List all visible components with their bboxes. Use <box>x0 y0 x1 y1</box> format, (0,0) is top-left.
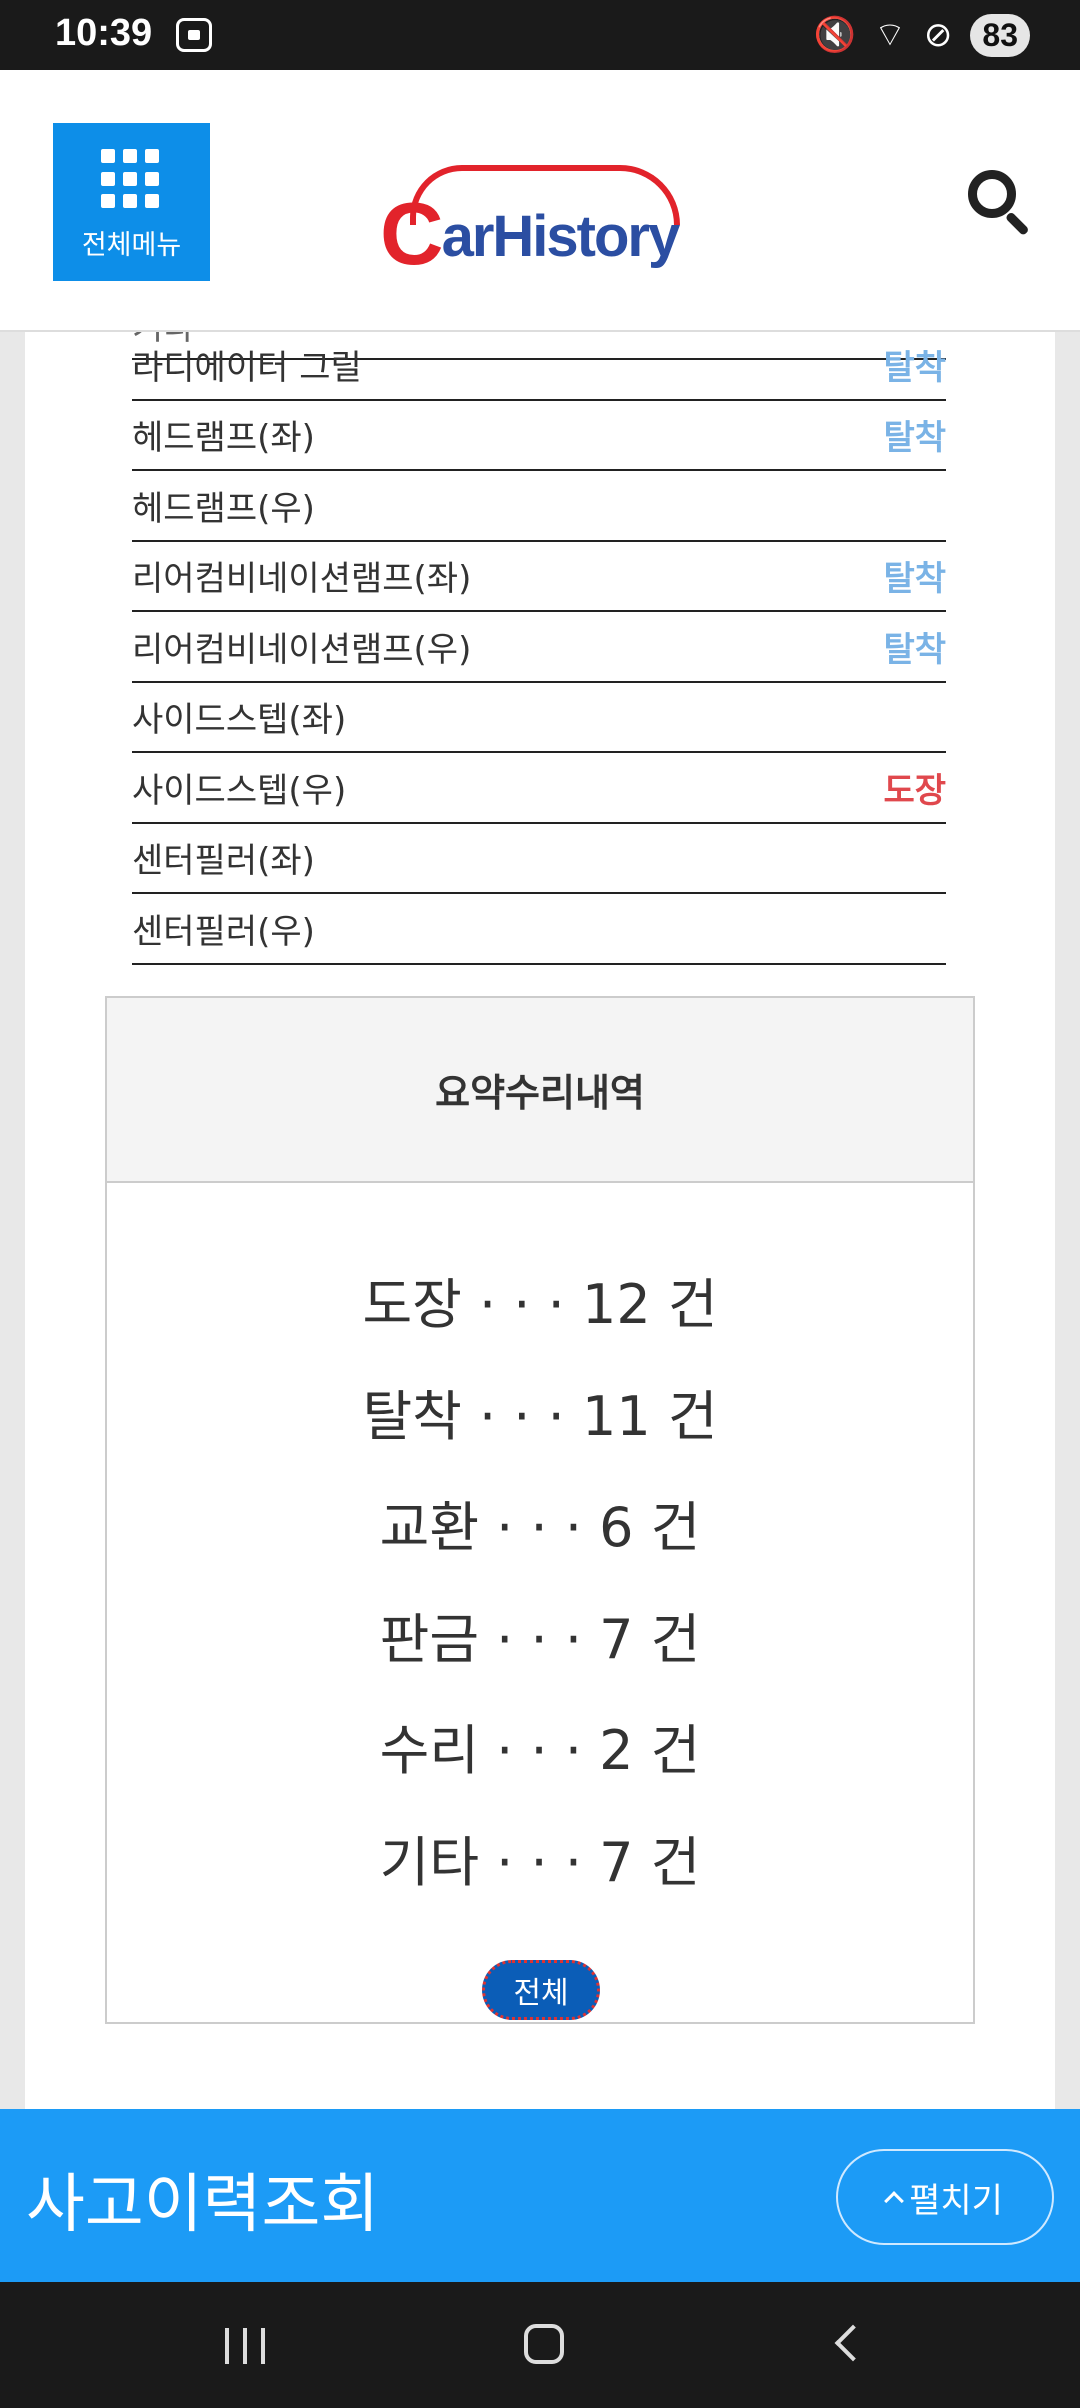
part-status: 탈착 <box>883 629 946 670</box>
accident-history-bar: 사고이력조회 펼치기 <box>0 2109 1080 2282</box>
part-row: 센터필러(좌) <box>132 824 946 894</box>
part-name: 리어컴비네이션램프(좌) <box>132 559 472 600</box>
battery-indicator: 83 <box>970 13 1030 57</box>
carhistory-logo[interactable]: CarHistory <box>380 165 700 283</box>
part-name: 리어컴비네이션램프(우) <box>132 629 472 670</box>
mute-icon: 🔇 <box>813 15 856 55</box>
app-header: 전체메뉴 CarHistory <box>0 70 1080 332</box>
accident-history-title: 사고이력조회 <box>26 2168 380 2242</box>
status-time: 10:39 <box>55 12 153 54</box>
part-name: 사이드스텝(우) <box>132 770 347 811</box>
summary-item: 교환 · · · 6 건 <box>379 1496 701 1559</box>
part-status: 탈착 <box>883 559 946 600</box>
summary-title: 요약수리내역 <box>107 998 973 1183</box>
expand-label: 펼치기 <box>909 2180 1003 2221</box>
part-row: 헤드램프(우) <box>132 471 946 542</box>
parts-list: 라디에이터 그릴 탈착 헤드램프(좌) 탈착 헤드램프(우) 리어컴비네이션램프… <box>132 330 946 965</box>
expand-button[interactable]: 펼치기 <box>836 2149 1054 2245</box>
part-status: 도장 <box>883 770 946 811</box>
view-all-button[interactable]: 전체 <box>482 1960 600 2020</box>
summary-item: 기타 · · · 7 건 <box>379 1830 701 1894</box>
part-name: 센터필러(우) <box>132 911 315 952</box>
part-row: 헤드램프(좌) 탈착 <box>132 401 946 471</box>
summary-item: 도장 · · · 12 건 <box>362 1273 718 1336</box>
part-row: 라디에이터 그릴 탈착 <box>132 330 946 401</box>
part-row: 사이드스텝(우) 도장 <box>132 753 946 824</box>
summary-item: 판금 · · · 7 건 <box>379 1607 701 1671</box>
chevron-up-icon <box>884 2191 904 2211</box>
status-icons: 🔇 ⌔ ⊘ 83 <box>814 12 1030 58</box>
part-row: 사이드스텝(좌) <box>132 683 946 753</box>
part-name: 센터필러(좌) <box>132 841 315 882</box>
search-icon[interactable] <box>968 170 1030 237</box>
full-menu-label: 전체메뉴 <box>81 230 182 261</box>
repair-summary-box: 요약수리내역 도장 · · · 12 건 탈착 · · · 11 건 교환 · … <box>105 996 975 2024</box>
part-status: 탈착 <box>883 347 946 388</box>
part-name: 사이드스텝(좌) <box>132 700 347 741</box>
part-row: 센터필러(우) <box>132 894 946 965</box>
summary-item: 탈착 · · · 11 건 <box>362 1384 718 1448</box>
system-nav-bar <box>0 2282 1080 2408</box>
summary-item: 수리 · · · 2 건 <box>379 1719 701 1782</box>
home-icon[interactable] <box>524 2324 564 2364</box>
summary-list: 도장 · · · 12 건 탈착 · · · 11 건 교환 · · · 6 건… <box>107 1260 973 1929</box>
recent-apps-icon[interactable] <box>225 2328 265 2364</box>
part-row: 리어컴비네이션램프(우) 탈착 <box>132 612 946 683</box>
part-name: 헤드램프(우) <box>132 488 315 529</box>
grid-menu-icon <box>101 149 161 209</box>
full-menu-button[interactable]: 전체메뉴 <box>53 123 210 281</box>
status-bar: 10:39 🔇 ⌔ ⊘ 83 <box>0 0 1080 70</box>
part-name: 헤드램프(좌) <box>132 418 315 459</box>
screenshot-icon <box>176 18 212 52</box>
do-not-disturb-icon: ⊘ <box>923 15 953 55</box>
logo-text: CarHistory <box>380 184 680 283</box>
part-status: 탈착 <box>883 418 946 459</box>
part-row: 리어컴비네이션램프(좌) 탈착 <box>132 542 946 612</box>
back-icon[interactable] <box>834 2324 872 2362</box>
part-name: 라디에이터 그릴 <box>132 347 362 388</box>
wifi-icon: ⌔ <box>873 15 906 55</box>
